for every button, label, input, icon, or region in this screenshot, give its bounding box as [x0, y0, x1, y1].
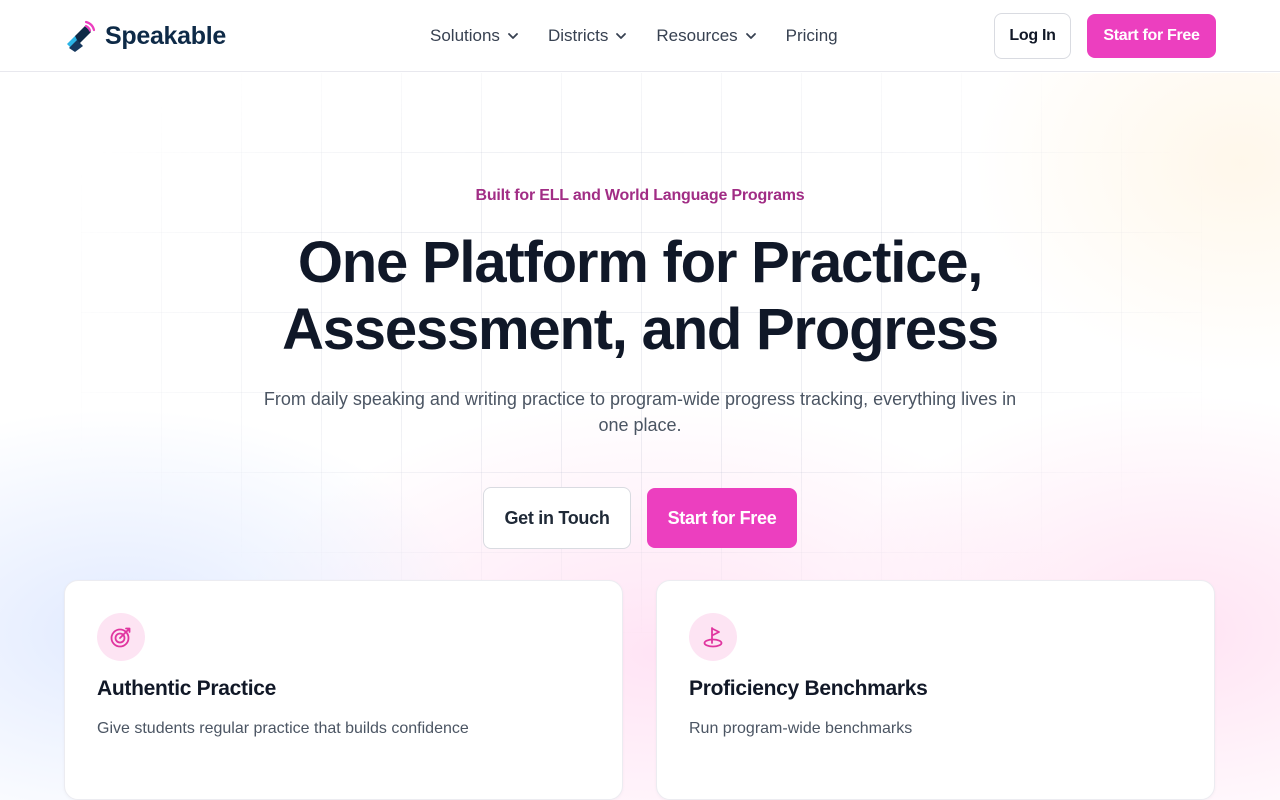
hero-eyebrow: Built for ELL and World Language Program… [475, 187, 805, 204]
card-title: Proficiency Benchmarks [689, 677, 928, 700]
nav-item-label: Solutions [430, 26, 500, 45]
nav-item-label: Pricing [785, 26, 838, 45]
brand-name: Speakable [105, 21, 226, 50]
card-description: Give students regular practice that buil… [97, 720, 469, 737]
main-nav: Solutions Districts Resources Pricing [430, 22, 838, 50]
benchmark-flag-icon [703, 627, 723, 648]
card-icon-badge [97, 613, 145, 661]
hero-headline: One Platform for Practice, Assessment, a… [240, 229, 1040, 363]
hero-headline-line-2: Assessment, and Progress [282, 297, 999, 362]
nav-item-pricing[interactable]: Pricing [786, 22, 838, 50]
card-description: Run program-wide benchmarks [689, 720, 913, 737]
card-title: Authentic Practice [97, 677, 276, 700]
speakable-logo-icon [67, 20, 96, 52]
hero-headline-line-1: One Platform for Practice, [297, 230, 984, 295]
nav-item-solutions[interactable]: Solutions [430, 22, 520, 50]
nav-item-districts[interactable]: Districts [548, 22, 628, 50]
nav-item-label: Districts [547, 26, 609, 45]
feature-card-authentic-practice: Authentic Practice Give students regular… [64, 580, 623, 800]
login-button[interactable]: Log In [994, 13, 1071, 59]
chevron-down-icon [508, 33, 518, 39]
get-in-touch-button[interactable]: Get in Touch [483, 487, 631, 549]
card-icon-badge [689, 613, 737, 661]
start-for-free-hero-button[interactable]: Start for Free [647, 488, 797, 548]
nav-item-resources[interactable]: Resources [656, 22, 757, 50]
chevron-down-icon [745, 33, 756, 39]
nav-item-label: Resources [656, 26, 738, 45]
target-icon [110, 627, 131, 648]
site-header: Speakable Solutions Districts Resources … [0, 0, 1280, 72]
logo[interactable]: Speakable [64, 18, 226, 54]
hero-subtext: From daily speaking and writing practice… [263, 389, 1017, 435]
chevron-down-icon [616, 33, 627, 39]
start-for-free-header-button[interactable]: Start for Free [1087, 14, 1216, 58]
feature-card-proficiency-benchmarks: Proficiency Benchmarks Run program-wide … [656, 580, 1215, 800]
